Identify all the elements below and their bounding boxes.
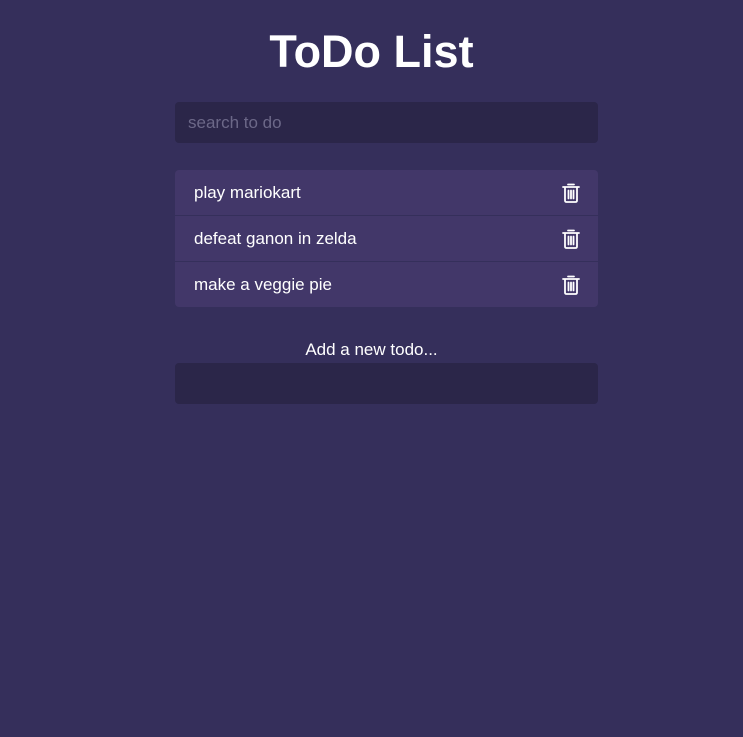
trash-icon[interactable]: [562, 229, 580, 249]
todo-list: play mariokart defeat ganon in zelda mak…: [175, 170, 598, 307]
todo-item: make a veggie pie: [175, 262, 598, 307]
search-input[interactable]: [175, 102, 598, 143]
trash-icon[interactable]: [562, 183, 580, 203]
add-todo-label: Add a new todo...: [305, 340, 438, 359]
todo-text: make a veggie pie: [194, 274, 332, 294]
todo-text: play mariokart: [194, 182, 301, 202]
todo-text: defeat ganon in zelda: [194, 228, 357, 248]
trash-icon[interactable]: [562, 275, 580, 295]
todo-item: play mariokart: [175, 170, 598, 216]
todo-item: defeat ganon in zelda: [175, 216, 598, 262]
page-title: ToDo List: [269, 26, 474, 77]
add-todo-input[interactable]: [175, 363, 598, 404]
